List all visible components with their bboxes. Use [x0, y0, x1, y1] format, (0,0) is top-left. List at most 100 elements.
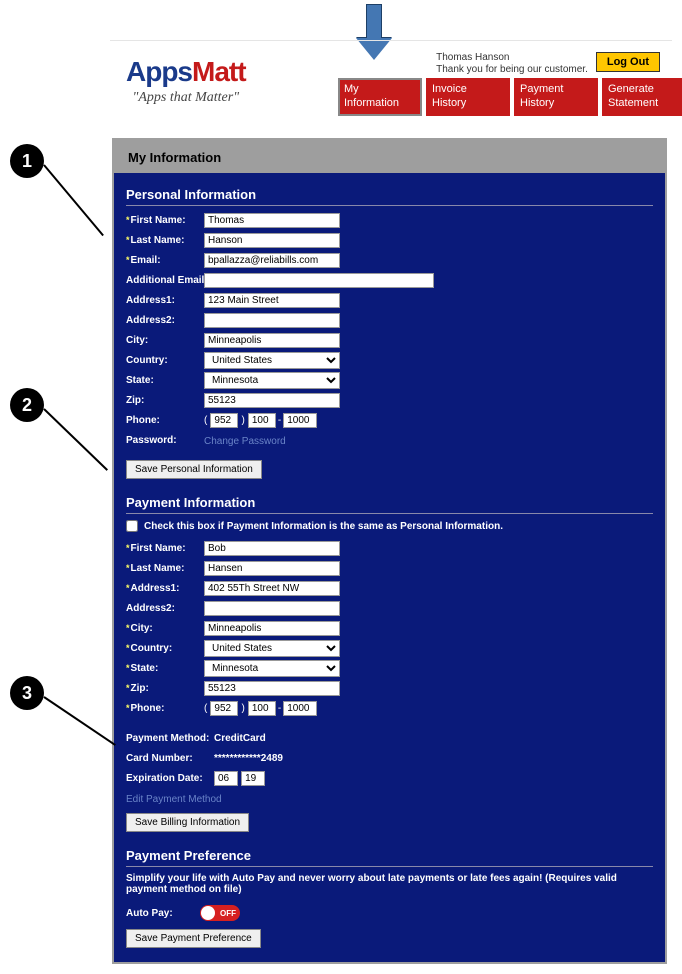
country-select[interactable]: United States	[204, 352, 340, 369]
nav-tabs: My Information Invoice History Payment H…	[338, 78, 682, 116]
phone-line-input[interactable]	[283, 413, 317, 428]
label-first-name: First Name:	[126, 215, 204, 226]
label-pay-first: First Name:	[126, 543, 204, 554]
label-pay-city: City:	[126, 623, 204, 634]
label-payment-method: Payment Method:	[126, 733, 214, 744]
tab-line1: Invoice	[432, 83, 504, 97]
logout-button[interactable]: Log Out	[596, 52, 660, 72]
label-last-name: Last Name:	[126, 235, 204, 246]
label-addr1: Address1:	[126, 295, 204, 306]
pay-phone-line-input[interactable]	[283, 701, 317, 716]
label-phone: Phone:	[126, 415, 204, 426]
card-number-value: ************2489	[214, 753, 283, 764]
tab-invoice-history[interactable]: Invoice History	[426, 78, 510, 116]
phone-open-paren: (	[204, 703, 207, 714]
user-thanks: Thank you for being our customer.	[436, 64, 588, 76]
pay-addr1-input[interactable]	[204, 581, 340, 596]
callout-line-2	[43, 408, 108, 471]
same-as-personal-label: Check this box if Payment Information is…	[144, 521, 503, 532]
tab-line2: Information	[344, 97, 416, 111]
section-personal: Personal Information	[126, 181, 653, 206]
pay-city-input[interactable]	[204, 621, 340, 636]
save-billing-button[interactable]: Save Billing Information	[126, 813, 249, 832]
same-as-personal-checkbox[interactable]	[126, 520, 138, 532]
toggle-state: OFF	[220, 909, 236, 918]
label-pay-addr2: Address2:	[126, 603, 204, 614]
pay-phone-area-input[interactable]	[210, 701, 238, 716]
page-title: My Information	[114, 140, 665, 173]
label-zip: Zip:	[126, 395, 204, 406]
state-select[interactable]: Minnesota	[204, 372, 340, 389]
callout-line-3	[43, 696, 115, 746]
label-pay-last: Last Name:	[126, 563, 204, 574]
label-email: Email:	[126, 255, 204, 266]
label-card-number: Card Number:	[126, 753, 214, 764]
save-preference-button[interactable]: Save Payment Preference	[126, 929, 261, 948]
pay-first-input[interactable]	[204, 541, 340, 556]
logo-tagline: "Apps that Matter"	[126, 90, 246, 106]
addl-emails-input[interactable]	[204, 273, 434, 288]
phone-dash: -	[276, 703, 283, 714]
addr2-input[interactable]	[204, 313, 340, 328]
label-password: Password:	[126, 435, 204, 446]
autopay-toggle[interactable]: OFF	[200, 905, 240, 921]
pay-last-input[interactable]	[204, 561, 340, 576]
pay-phone-prefix-input[interactable]	[248, 701, 276, 716]
label-country: Country:	[126, 355, 204, 366]
label-state: State:	[126, 375, 204, 386]
phone-close-paren: )	[241, 415, 244, 426]
label-autopay: Auto Pay:	[126, 908, 186, 919]
tab-my-information[interactable]: My Information	[338, 78, 422, 116]
callout-line-1	[43, 164, 104, 236]
tab-line2: History	[520, 97, 592, 111]
label-pay-zip: Zip:	[126, 683, 204, 694]
change-password-link[interactable]: Change Password	[204, 436, 286, 447]
label-pay-addr1: Address1:	[126, 583, 204, 594]
callout-badge-1: 1	[10, 144, 44, 178]
pay-zip-input[interactable]	[204, 681, 340, 696]
first-name-input[interactable]	[204, 213, 340, 228]
tab-payment-history[interactable]: Payment History	[514, 78, 598, 116]
section-payment: Payment Information	[126, 489, 653, 514]
tab-line1: My	[344, 83, 416, 97]
phone-close-paren: )	[241, 703, 244, 714]
addr1-input[interactable]	[204, 293, 340, 308]
logo-apps: Apps	[126, 56, 192, 87]
tab-line1: Payment	[520, 83, 592, 97]
pay-country-select[interactable]: United States	[204, 640, 340, 657]
label-pay-phone: Phone:	[126, 703, 204, 714]
payment-method-value: CreditCard	[214, 733, 266, 744]
zip-input[interactable]	[204, 393, 340, 408]
callout-badge-3: 3	[10, 676, 44, 710]
toggle-knob-icon	[201, 906, 215, 920]
tab-generate-statement[interactable]: Generate Statement	[602, 78, 682, 116]
save-personal-button[interactable]: Save Personal Information	[126, 460, 262, 479]
autopay-note: Simplify your life with Auto Pay and nev…	[126, 873, 653, 895]
phone-prefix-input[interactable]	[248, 413, 276, 428]
exp-month-input[interactable]	[214, 771, 238, 786]
label-city: City:	[126, 335, 204, 346]
pay-addr2-input[interactable]	[204, 601, 340, 616]
callout-badge-2: 2	[10, 388, 44, 422]
phone-area-input[interactable]	[210, 413, 238, 428]
pay-state-select[interactable]: Minnesota	[204, 660, 340, 677]
label-pay-state: State:	[126, 663, 204, 674]
tab-line2: History	[432, 97, 504, 111]
user-name: Thomas Hanson	[436, 52, 588, 64]
last-name-input[interactable]	[204, 233, 340, 248]
email-input[interactable]	[204, 253, 340, 268]
tab-line2: Statement	[608, 97, 680, 111]
logo-matt: Matt	[192, 56, 246, 87]
form-panel: My Information Personal Information Firs…	[112, 138, 667, 964]
city-input[interactable]	[204, 333, 340, 348]
tab-line1: Generate	[608, 83, 680, 97]
phone-dash: -	[276, 415, 283, 426]
exp-year-input[interactable]	[241, 771, 265, 786]
phone-open-paren: (	[204, 415, 207, 426]
edit-payment-method-link[interactable]: Edit Payment Method	[126, 794, 222, 805]
section-preference: Payment Preference	[126, 842, 653, 867]
label-exp-date: Expiration Date:	[126, 773, 214, 784]
logo: AppsMatt "Apps that Matter"	[126, 56, 246, 106]
label-pay-country: Country:	[126, 643, 204, 654]
header-divider	[110, 40, 672, 41]
